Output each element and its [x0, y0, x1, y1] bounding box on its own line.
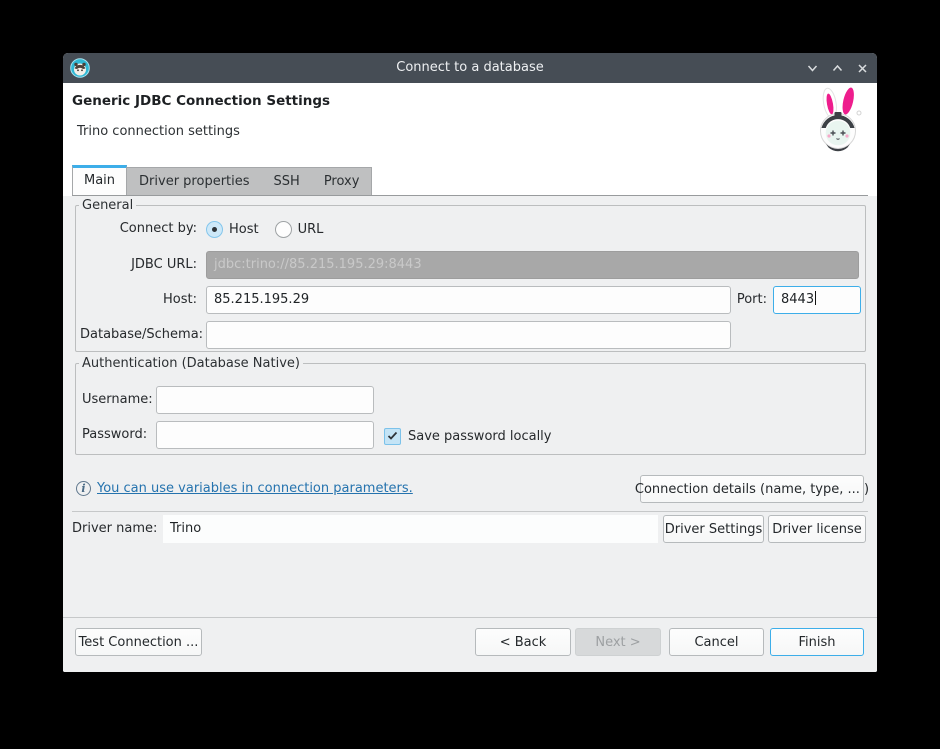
info-icon: i	[76, 481, 91, 496]
password-label: Password:	[82, 421, 147, 449]
finish-button[interactable]: Finish	[770, 628, 864, 656]
main-tab-content: General Connect by: Host URL JDBC URL: j…	[63, 196, 877, 672]
variables-hint-link[interactable]: You can use variables in connection para…	[97, 475, 413, 503]
page-subtitle: Trino connection settings	[77, 124, 240, 139]
back-button[interactable]: < Back	[475, 628, 571, 656]
port-label: Port:	[729, 286, 767, 314]
jdbc-url-label: JDBC URL:	[80, 251, 197, 279]
test-connection-button[interactable]: Test Connection ...	[75, 628, 202, 656]
database-schema-input[interactable]	[206, 321, 731, 349]
radio-host-icon	[206, 221, 223, 238]
driver-name-label: Driver name:	[72, 515, 157, 543]
tab-main[interactable]: Main	[72, 165, 127, 195]
text-caret	[815, 291, 816, 305]
tab-bar: Main Driver properties SSH Proxy	[63, 163, 877, 196]
connection-details-button[interactable]: Connection details (name, type, ... )	[640, 475, 864, 503]
host-label: Host:	[80, 286, 197, 314]
driver-license-button[interactable]: Driver license	[768, 515, 866, 543]
jdbc-url-field: jdbc:trino://85.215.195.29:8443	[206, 251, 859, 279]
authentication-group: Authentication (Database Native) Usernam…	[75, 363, 866, 455]
driver-settings-button[interactable]: Driver Settings	[663, 515, 764, 543]
general-group: General Connect by: Host URL JDBC URL: j…	[75, 205, 866, 352]
tab-ssh[interactable]: SSH	[262, 168, 312, 196]
minimize-icon[interactable]	[805, 61, 819, 75]
host-input[interactable]: 85.215.195.29	[206, 286, 731, 314]
tab-proxy[interactable]: Proxy	[312, 168, 372, 196]
radio-connect-by-url[interactable]: URL	[275, 221, 324, 238]
general-legend: General	[79, 197, 136, 214]
titlebar: Connect to a database	[63, 53, 877, 83]
cancel-button[interactable]: Cancel	[669, 628, 764, 656]
port-input[interactable]: 8443	[773, 286, 861, 314]
page-title: Generic JDBC Connection Settings	[72, 93, 330, 109]
footer-separator	[63, 617, 877, 618]
username-label: Username:	[82, 386, 153, 414]
connect-to-database-dialog: Connect to a database Generic JDBC Conne…	[63, 53, 877, 672]
next-button: Next >	[575, 628, 661, 656]
connect-by-label: Connect by:	[80, 218, 197, 240]
close-icon[interactable]	[855, 61, 869, 75]
save-password-checkbox[interactable]: Save password locally	[384, 421, 552, 451]
dialog-header: Generic JDBC Connection Settings Trino c…	[63, 83, 877, 163]
window-title: Connect to a database	[63, 53, 877, 83]
trino-bunny-logo	[809, 86, 867, 158]
radio-url-icon	[275, 221, 292, 238]
password-input[interactable]	[156, 421, 374, 449]
tab-driver-properties[interactable]: Driver properties	[127, 168, 261, 196]
username-input[interactable]	[156, 386, 374, 414]
maximize-icon[interactable]	[830, 61, 844, 75]
authentication-legend: Authentication (Database Native)	[79, 355, 303, 372]
radio-connect-by-host[interactable]: Host	[206, 221, 259, 238]
driver-separator	[72, 511, 868, 512]
driver-name-field: Trino	[163, 515, 658, 543]
database-schema-label: Database/Schema:	[80, 321, 197, 349]
checkbox-checked-icon	[384, 428, 401, 445]
